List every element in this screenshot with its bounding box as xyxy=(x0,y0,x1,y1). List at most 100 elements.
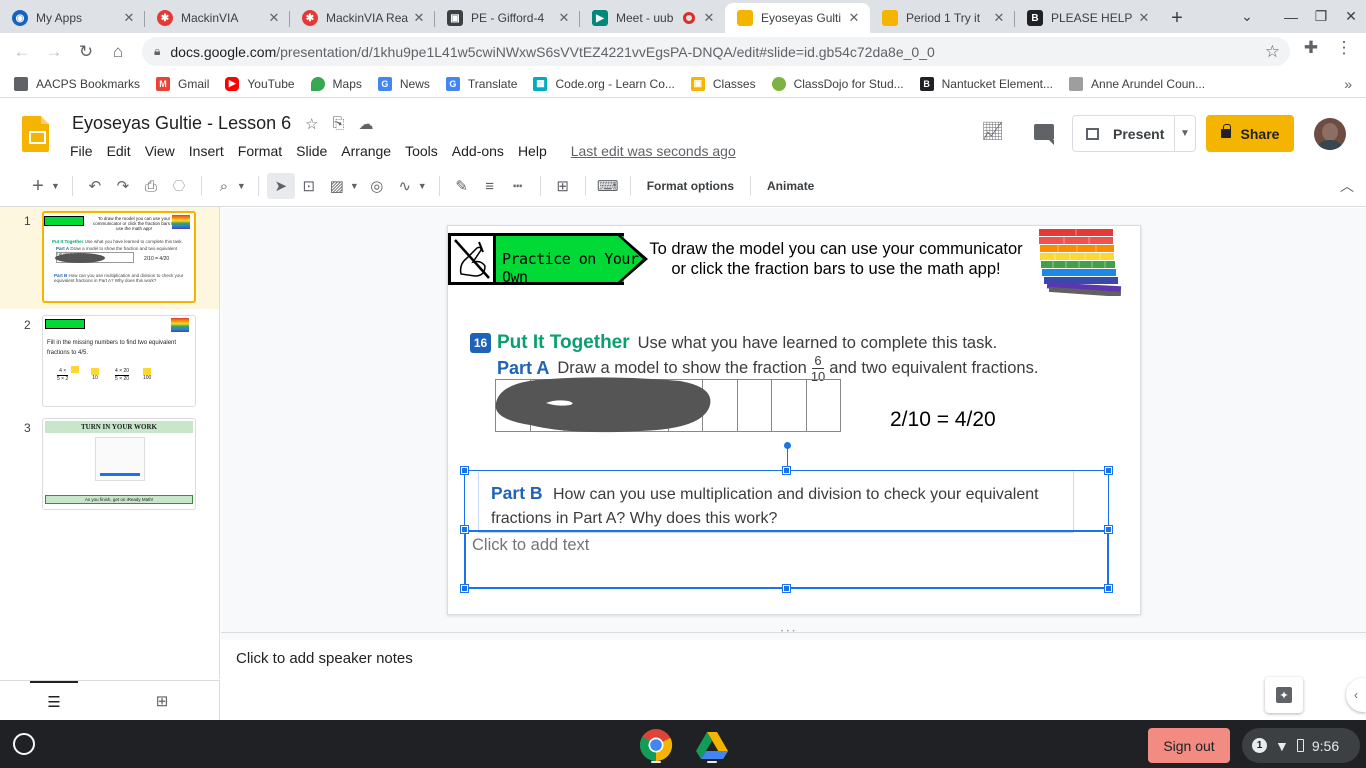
resize-handle[interactable] xyxy=(1104,466,1113,475)
google-drive-icon[interactable] xyxy=(695,728,729,762)
resize-handle[interactable] xyxy=(782,584,791,593)
fraction-bars-image[interactable] xyxy=(1039,229,1125,296)
notes-resize-divider[interactable] xyxy=(221,629,1366,640)
slide-thumbnail[interactable]: TURN IN YOUR WORK As you finish, get on … xyxy=(42,418,196,510)
chevron-down-icon[interactable]: ▼ xyxy=(237,181,246,191)
slide[interactable]: Practice on Your Own To draw the model y… xyxy=(447,225,1141,615)
bookmark-item[interactable]: M Gmail xyxy=(156,76,209,91)
speaker-notes[interactable]: Click to add speaker notes ✦ ‹ xyxy=(221,640,1366,720)
launcher-icon[interactable] xyxy=(13,733,35,755)
resize-handle[interactable] xyxy=(460,584,469,593)
browser-tab[interactable]: ◉ My Apps ✕ xyxy=(0,3,145,33)
image-icon[interactable]: ▨ xyxy=(323,173,351,199)
browser-tab[interactable]: ✱ MackinVIA ✕ xyxy=(145,3,290,33)
bookmark-item[interactable]: Maps xyxy=(310,76,362,91)
tab-search-icon[interactable]: ⌄ xyxy=(1232,8,1262,25)
chevron-down-icon[interactable]: ▼ xyxy=(418,181,427,191)
zoom-icon[interactable]: ⌕ xyxy=(210,173,238,199)
bookmark-item[interactable]: G News xyxy=(377,76,430,91)
bookmark-item[interactable]: ClassDojo for Stud... xyxy=(771,76,904,91)
paint-format-icon[interactable]: ⎔ xyxy=(165,173,193,199)
present-main[interactable]: Present xyxy=(1073,116,1175,151)
print-icon[interactable]: ⎙ xyxy=(137,173,165,199)
close-icon[interactable]: ✕ xyxy=(701,10,717,26)
slide-thumbnail-row[interactable]: 2 Fill in the missing numbers to find tw… xyxy=(0,311,219,413)
browser-tab[interactable]: ✱ MackinVIA Rea ✕ xyxy=(290,3,435,33)
share-button[interactable]: Share xyxy=(1206,115,1294,152)
sign-out-button[interactable]: Sign out xyxy=(1148,728,1230,763)
close-icon[interactable]: ✕ xyxy=(1136,10,1152,26)
browser-tab[interactable]: ▶ Meet - uub ✕ xyxy=(580,3,725,33)
select-cursor-icon[interactable]: ➤ xyxy=(266,173,295,199)
equivalent-fraction-equation[interactable]: 2/10 = 4/20 xyxy=(890,408,996,432)
bookmark-item[interactable]: G Translate xyxy=(445,76,517,91)
text-box-icon[interactable]: ⊡ xyxy=(295,173,323,199)
slide-thumbnail-row[interactable]: 3 TURN IN YOUR WORK As you finish, get o… xyxy=(0,414,219,516)
chrome-menu-icon[interactable]: ⋮ xyxy=(1331,35,1357,61)
instructions-text[interactable]: To draw the model you can use your commu… xyxy=(648,239,1024,279)
lock-icon[interactable]: 🔒︎ xyxy=(154,44,160,59)
close-icon[interactable]: ✕ xyxy=(411,10,427,26)
close-icon[interactable]: ✕ xyxy=(556,10,572,26)
minimize-icon[interactable]: — xyxy=(1276,9,1306,25)
bookmark-star-icon[interactable]: ☆ xyxy=(1265,42,1280,62)
home-button[interactable]: ⌂ xyxy=(102,36,134,68)
scribble-drawing[interactable] xyxy=(490,373,715,435)
resize-handle[interactable] xyxy=(1104,525,1113,534)
address-bar[interactable]: 🔒︎ docs.google.com/presentation/d/1khu9p… xyxy=(142,37,1290,66)
browser-tab-active[interactable]: Eyoseyas Gulti ✕ xyxy=(725,3,870,33)
speaker-notes-placeholder[interactable]: Click to add speaker notes xyxy=(236,650,413,667)
animate-button[interactable]: Animate xyxy=(759,179,822,193)
forward-button[interactable]: → xyxy=(38,36,70,68)
status-tray[interactable]: 1 ▼ 9:56 xyxy=(1242,728,1360,763)
new-tab-button[interactable]: + xyxy=(1160,3,1194,33)
practice-banner[interactable]: Practice on Your Own xyxy=(448,233,650,286)
restore-icon[interactable]: ❐ xyxy=(1306,8,1336,25)
resize-handle[interactable] xyxy=(1104,584,1113,593)
close-window-icon[interactable]: ✕ xyxy=(1336,8,1366,25)
border-color-icon[interactable]: ✎ xyxy=(448,173,476,199)
line-icon[interactable]: ∿ xyxy=(391,173,419,199)
close-icon[interactable]: ✕ xyxy=(121,10,137,26)
bookmark-item[interactable]: ▣ Classes xyxy=(690,76,756,91)
chevron-down-icon[interactable]: ▼ xyxy=(1175,128,1195,139)
side-panel-toggle[interactable]: ‹ xyxy=(1346,678,1366,712)
present-button[interactable]: Present ▼ xyxy=(1072,115,1196,152)
list-view-button[interactable]: ☰ xyxy=(30,681,78,721)
explore-button[interactable]: ✦ xyxy=(1265,677,1303,713)
chevron-down-icon[interactable]: ▼ xyxy=(51,181,60,191)
comment-icon[interactable] xyxy=(1034,124,1054,145)
bookmark-item[interactable]: AACPS Bookmarks xyxy=(14,76,140,91)
resize-handle[interactable] xyxy=(460,525,469,534)
slide-thumbnail-row[interactable]: 1 To draw the model you can use your com… xyxy=(0,207,219,309)
chevron-down-icon[interactable]: ▼ xyxy=(350,181,359,191)
new-slide-icon[interactable]: + xyxy=(24,173,52,199)
close-icon[interactable]: ✕ xyxy=(266,10,282,26)
keyboard-icon[interactable]: ⌨ xyxy=(594,173,622,199)
redo-icon[interactable]: ↷ xyxy=(109,173,137,199)
bookmark-item[interactable]: Anne Arundel Coun... xyxy=(1069,76,1205,91)
resize-handle[interactable] xyxy=(460,466,469,475)
browser-tab[interactable]: ▣ PE - Gifford-4 ✕ xyxy=(435,3,580,33)
extensions-puzzle-icon[interactable]: ✚ xyxy=(1298,35,1324,61)
chevron-up-icon[interactable]: ︿ xyxy=(1340,176,1354,196)
close-icon[interactable]: ✕ xyxy=(846,10,862,26)
add-comment-icon[interactable]: ⊞ xyxy=(549,173,577,199)
more-bookmarks-icon[interactable]: » xyxy=(1344,76,1352,92)
reload-button[interactable]: ↻ xyxy=(70,36,102,68)
chrome-icon[interactable] xyxy=(639,728,673,762)
bookmark-item[interactable]: B Nantucket Element... xyxy=(919,76,1053,91)
activity-trend-icon[interactable]: 📈︎ xyxy=(981,121,1004,142)
avatar[interactable] xyxy=(1314,118,1346,150)
browser-tab[interactable]: Period 1 Try it ✕ xyxy=(870,3,1015,33)
undo-icon[interactable]: ↶ xyxy=(81,173,109,199)
grid-view-button[interactable]: ⊞ xyxy=(140,681,184,721)
answer-placeholder[interactable]: Click to add text xyxy=(472,536,589,555)
bookmark-item[interactable]: ▶ YouTube xyxy=(225,76,295,91)
close-icon[interactable]: ✕ xyxy=(991,10,1007,26)
border-weight-icon[interactable]: ≡ xyxy=(476,173,504,199)
bookmark-item[interactable]: ▦ Code.org - Learn Co... xyxy=(533,76,675,91)
back-button[interactable]: ← xyxy=(6,36,38,68)
resize-handle[interactable] xyxy=(782,466,791,475)
rotation-handle[interactable] xyxy=(784,442,791,449)
